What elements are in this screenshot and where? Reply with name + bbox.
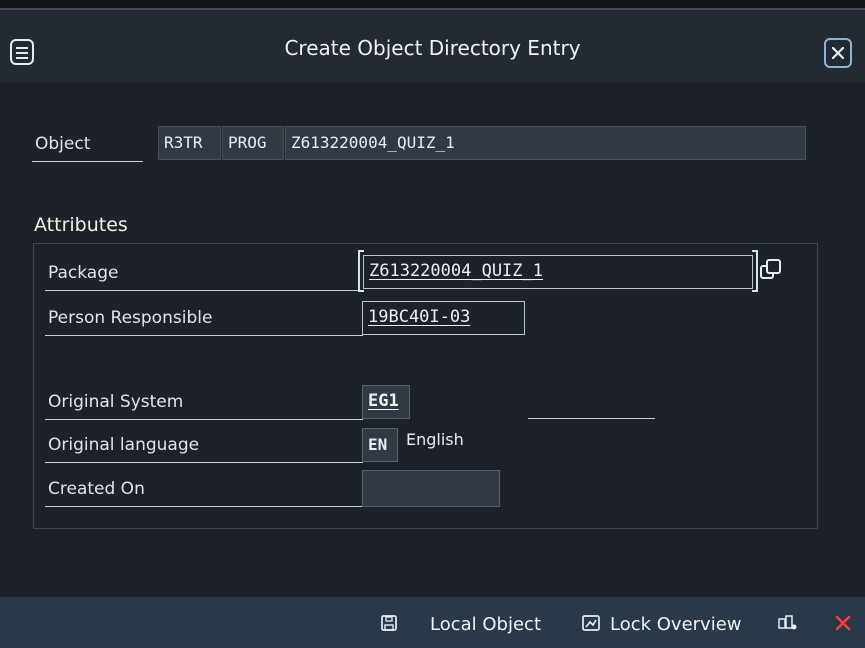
package-input[interactable]: Z613220004_QUIZ_1 [363, 255, 753, 289]
footer-toolbar: Local Object Lock Overview [0, 597, 865, 648]
dialog-title: Create Object Directory Entry [284, 36, 581, 60]
created-on-field [362, 470, 500, 507]
package-label: Package [45, 256, 363, 291]
package-bracket-right [752, 250, 758, 292]
original-system-label: Original System [45, 386, 363, 420]
person-input[interactable]: 19BC40I-03 [362, 301, 525, 335]
transport-icon[interactable] [778, 614, 797, 632]
window-top-border [0, 0, 865, 10]
value-help-icon[interactable] [759, 258, 783, 283]
created-on-label: Created On [45, 472, 363, 507]
title-bar: Create Object Directory Entry [0, 10, 865, 82]
lock-overview-icon[interactable] [582, 614, 600, 632]
attributes-group: Package Z613220004_QUIZ_1 Person Respons… [33, 243, 818, 529]
original-system-input[interactable]: EG1 [362, 385, 410, 419]
person-label: Person Responsible [45, 302, 363, 336]
original-language-label: Original language [45, 428, 363, 463]
lock-overview-button[interactable]: Lock Overview [610, 614, 742, 635]
cancel-icon[interactable] [834, 614, 852, 632]
dialog-content: Object R3TR PROG Z613220004_QUIZ_1 Attri… [0, 82, 865, 597]
object-type: PROG [222, 126, 284, 160]
original-language-name: English [406, 430, 464, 449]
original-system-extra-line [528, 418, 655, 419]
object-name: Z613220004_QUIZ_1 [285, 126, 806, 160]
original-language-code: EN [362, 428, 398, 462]
object-pgmid: R3TR [158, 126, 221, 160]
save-icon[interactable] [380, 614, 398, 632]
close-icon[interactable] [824, 38, 852, 68]
local-object-button[interactable]: Local Object [430, 614, 541, 635]
attributes-title: Attributes [34, 214, 128, 236]
object-label: Object [32, 127, 143, 162]
